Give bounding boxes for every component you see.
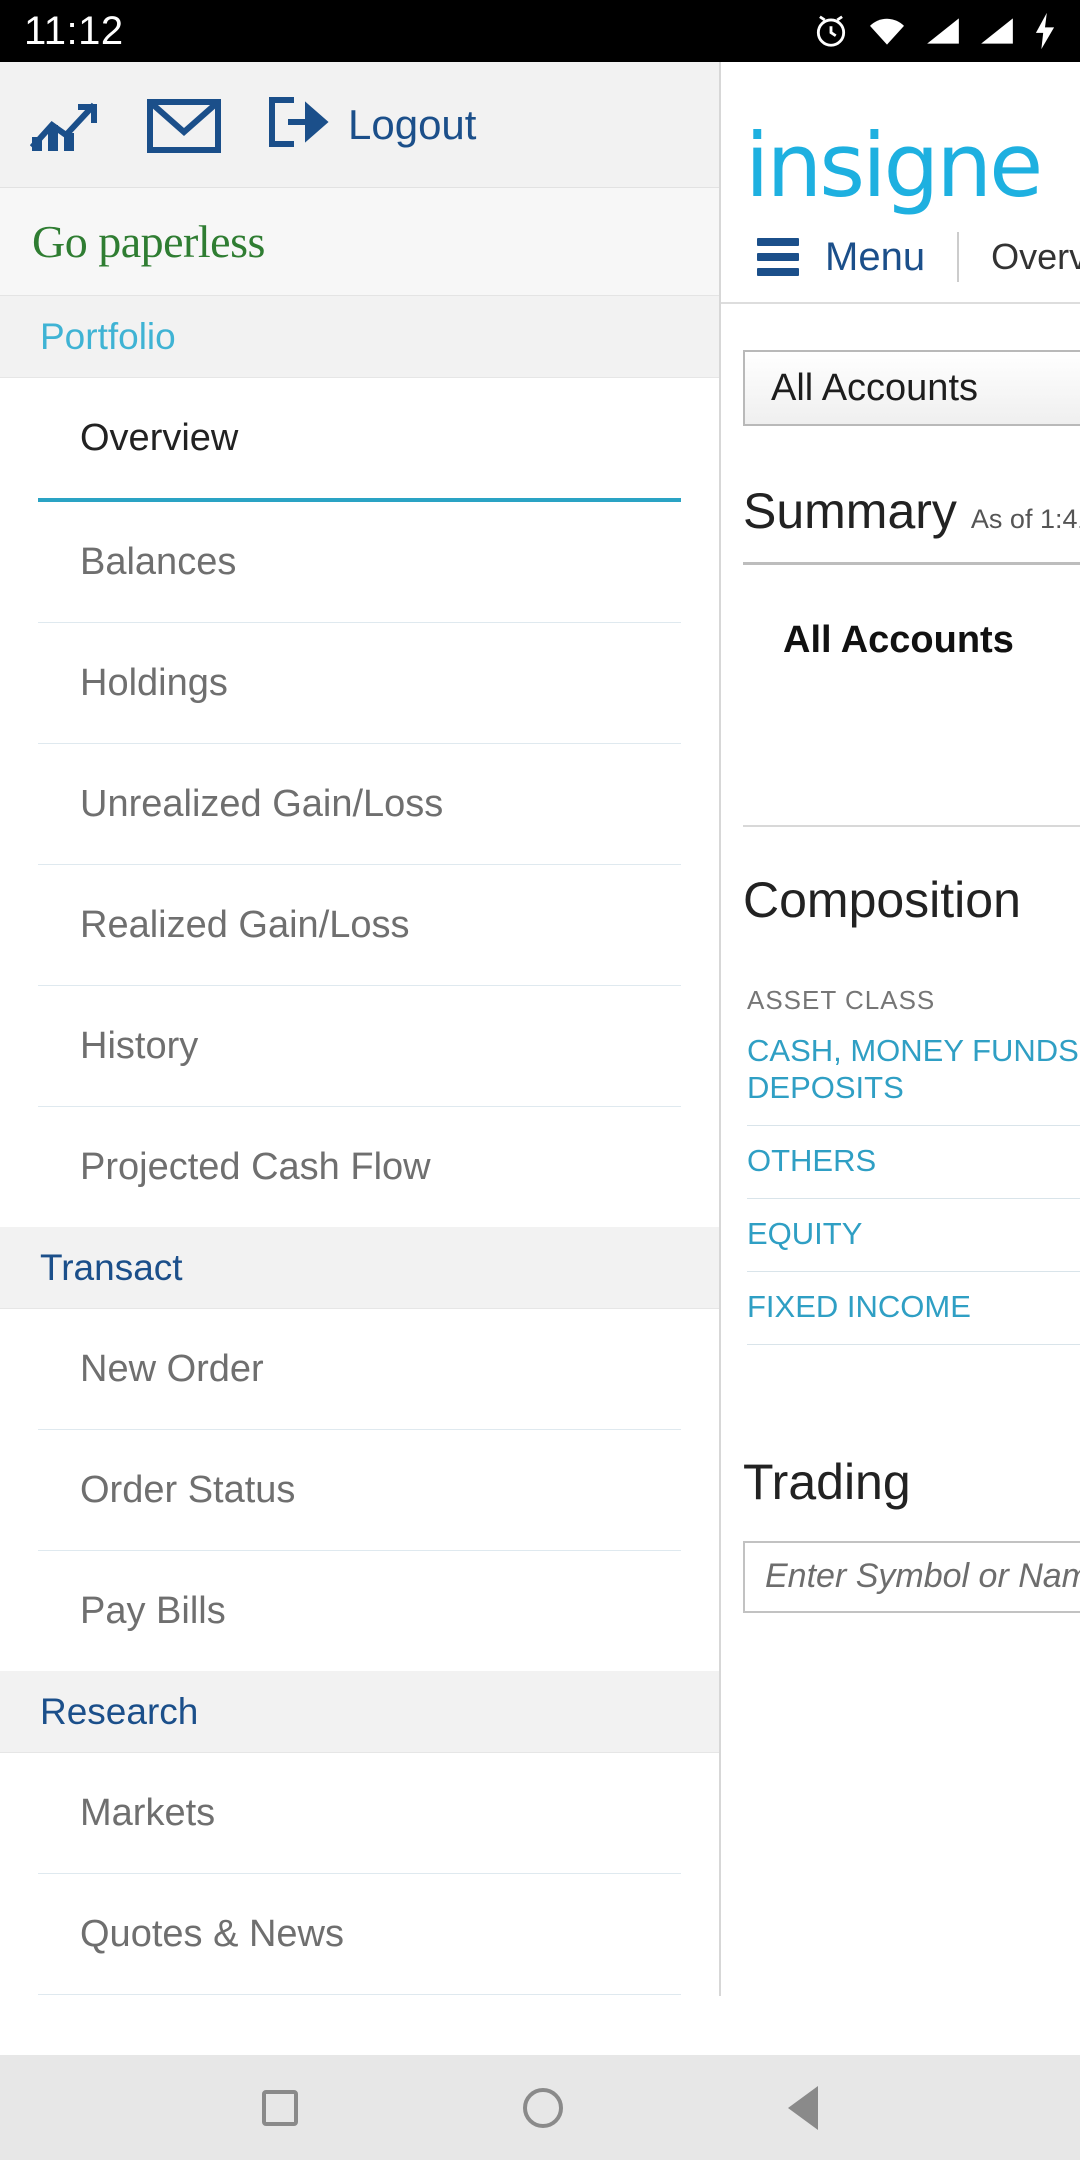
sidebar-item-pay-bills[interactable]: Pay Bills xyxy=(0,1551,719,1671)
site-menu-bar: Menu Overview xyxy=(721,212,1080,304)
sidebar-item-label: Realized Gain/Loss xyxy=(80,903,410,946)
menu-divider xyxy=(957,232,960,282)
signal-2-icon xyxy=(978,14,1016,48)
go-paperless-banner[interactable]: Go paperless xyxy=(0,188,719,296)
battery-charging-icon xyxy=(1032,11,1058,51)
sidebar-item-projected-cash-flow[interactable]: Projected Cash Flow xyxy=(0,1107,719,1227)
logout-label: Logout xyxy=(348,100,477,148)
sidebar-item-new-order[interactable]: New Order xyxy=(0,1309,719,1429)
asset-class-row[interactable]: EQUITY xyxy=(747,1199,1080,1272)
sidebar-item-realized-gain-loss[interactable]: Realized Gain/Loss xyxy=(0,865,719,985)
status-clock: 11:12 xyxy=(24,9,124,53)
status-bar: 11:12 xyxy=(0,0,1080,62)
sidebar-section-transact: Transact xyxy=(0,1227,719,1309)
sidebar-item-markets[interactable]: Markets xyxy=(0,1753,719,1873)
symbol-search-input[interactable]: Enter Symbol or Name xyxy=(743,1540,1080,1613)
symbol-search-placeholder: Enter Symbol or Name xyxy=(765,1557,1080,1596)
sidebar-item-overview[interactable]: Overview xyxy=(0,378,719,498)
tab-overview[interactable]: Overview xyxy=(991,236,1080,278)
sidebar-item-holdings[interactable]: Holdings xyxy=(0,623,719,743)
envelope-icon[interactable] xyxy=(146,96,222,154)
trending-up-icon[interactable] xyxy=(30,97,102,153)
go-paperless-label: Go paperless xyxy=(32,216,265,267)
sidebar-item-unrealized-gain-loss[interactable]: Unrealized Gain/Loss xyxy=(0,744,719,864)
summary-as-of: As of 1:41 xyxy=(970,504,1080,534)
account-selector[interactable]: All Accounts xyxy=(743,350,1080,426)
signal-1-icon xyxy=(924,14,962,48)
logout-arrow-icon xyxy=(266,94,332,155)
sidebar-item-quotes-and-news[interactable]: Quotes & News xyxy=(0,1874,719,1994)
system-navigation-bar xyxy=(0,2055,1080,2160)
brand-logo-text: insigne xyxy=(745,114,1043,217)
sidebar-item-label: History xyxy=(80,1024,199,1067)
sidebar-section-research: Research xyxy=(0,1671,719,1753)
summary-heading: Summary xyxy=(743,483,957,539)
sidebar-item-label: Pay Bills xyxy=(80,1589,226,1632)
sidebar-item-label: Quotes & News xyxy=(80,1912,344,1955)
app-content: Logout Go paperless Portfolio Overview B… xyxy=(0,62,1080,2055)
square-icon[interactable] xyxy=(262,2089,299,2126)
composition-heading: Composition xyxy=(743,871,1021,928)
logout-button[interactable]: Logout xyxy=(266,94,476,155)
menu-label[interactable]: Menu xyxy=(825,235,925,280)
alarm-icon xyxy=(812,12,850,50)
sidebar-item-label: Balances xyxy=(80,540,237,583)
asset-class-row[interactable]: CASH, MONEY FUNDS, DEPOSITS xyxy=(747,1016,1080,1127)
sidebar-section-portfolio: Portfolio xyxy=(0,296,719,378)
web-page: insigne Menu Overview All Accounts Summa… xyxy=(721,62,1080,1996)
sidebar-item-label: Projected Cash Flow xyxy=(80,1145,431,1188)
status-icon-group xyxy=(812,11,1058,51)
circle-icon[interactable] xyxy=(522,2087,563,2128)
sidebar-item-history[interactable]: History xyxy=(0,986,719,1106)
account-selector-value: All Accounts xyxy=(771,366,978,409)
sidebar-section-label: Transact xyxy=(40,1246,183,1288)
navigation-drawer: Logout Go paperless Portfolio Overview B… xyxy=(0,62,721,1996)
summary-row-label: All Accounts xyxy=(783,619,1014,661)
summary-rule xyxy=(743,562,1080,565)
drawer-toolbar: Logout xyxy=(0,62,719,188)
sidebar-section-label: Research xyxy=(40,1690,199,1732)
sidebar-item-order-status[interactable]: Order Status xyxy=(0,1430,719,1550)
composition-rule xyxy=(743,824,1080,827)
web-content-pane: insigne Menu Overview All Accounts Summa… xyxy=(721,62,1080,1996)
sidebar-item-label: New Order xyxy=(80,1347,264,1390)
hamburger-menu-icon[interactable] xyxy=(757,238,799,276)
trading-heading: Trading xyxy=(743,1453,911,1510)
sidebar-item-label: Order Status xyxy=(80,1468,296,1511)
asset-class-column-header: ASSET CLASS xyxy=(747,984,936,1015)
sidebar-item-label: Unrealized Gain/Loss xyxy=(80,782,444,825)
brand-logo: insigne xyxy=(721,62,1080,217)
sidebar-item-label: Overview xyxy=(80,416,239,459)
sidebar-item-label: Holdings xyxy=(80,661,228,704)
sidebar-section-label: Portfolio xyxy=(40,315,176,357)
wifi-icon xyxy=(866,14,908,48)
sidebar-divider xyxy=(38,1994,681,1995)
sidebar-item-label: Markets xyxy=(80,1791,216,1834)
triangle-back-icon[interactable] xyxy=(787,2085,818,2130)
sidebar-item-balances[interactable]: Balances xyxy=(0,502,719,622)
asset-class-row[interactable]: FIXED INCOME xyxy=(747,1272,1080,1345)
android-screen: 11:12 Logout Go paperless Portfolio Over… xyxy=(0,0,1080,2160)
asset-class-row[interactable]: OTHERS xyxy=(747,1126,1080,1199)
summary-heading-row: Summary As of 1:41 xyxy=(743,482,1080,540)
